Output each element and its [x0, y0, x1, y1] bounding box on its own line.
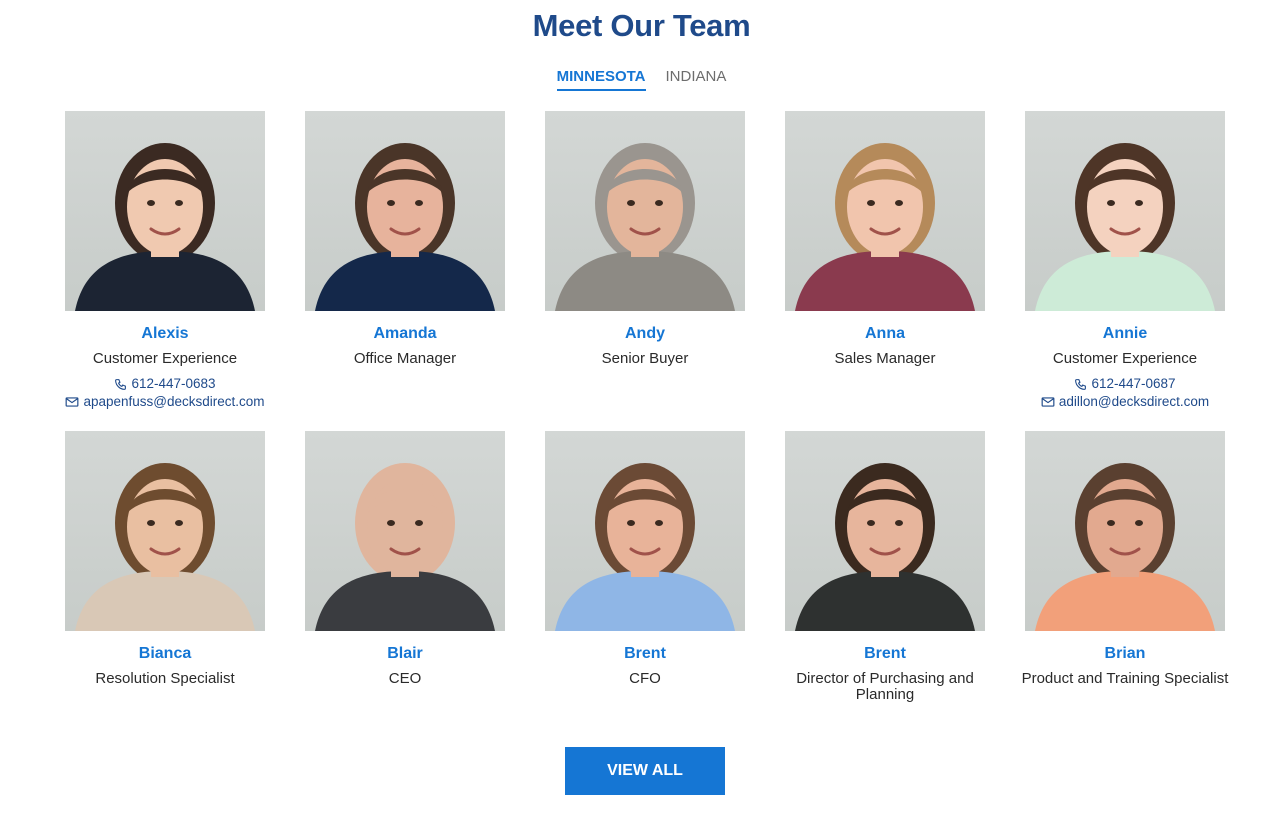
team-member-card: Brent Director of Purchasing and Planning [765, 431, 1005, 703]
team-member-photo [65, 431, 265, 631]
team-member-card: Amanda Office Manager [285, 111, 525, 367]
team-member-card: Alexis Customer Experience 612-447-0683 apa… [45, 111, 285, 411]
phone-icon [1075, 378, 1087, 390]
team-member-card: Brian Product and Training Specialist [1005, 431, 1245, 687]
email-link[interactable]: adillon@decksdirect.com [1059, 393, 1209, 411]
team-member-role: Director of Purchasing and Planning [796, 670, 974, 703]
team-member-role: Customer Experience [92, 350, 238, 367]
team-member-card: Bianca Resolution Specialist [45, 431, 285, 687]
phone-icon [115, 378, 127, 390]
tab-indiana[interactable]: INDIANA [666, 68, 727, 91]
team-member-name: Brent [864, 645, 906, 662]
mail-icon [66, 397, 79, 407]
mail-icon [1041, 397, 1055, 407]
team-member-role: Resolution Specialist [95, 670, 235, 687]
team-member-role: Senior Buyer [601, 350, 689, 367]
team-member-photo [1025, 431, 1225, 631]
team-member-card: Anna Sales Manager [765, 111, 1005, 367]
team-member-name: Brian [1104, 645, 1146, 662]
team-member-name: Annie [1102, 325, 1148, 342]
email-link[interactable]: apapenfuss@decksdirect.com [83, 393, 264, 411]
team-member-photo [65, 111, 265, 311]
team-member-name: Alexis [141, 325, 189, 342]
team-member-photo [305, 431, 505, 631]
team-member-photo [785, 111, 985, 311]
team-member-card: Brent CFO [525, 431, 765, 687]
team-member-photo [785, 431, 985, 631]
team-member-photo [1025, 111, 1225, 311]
email-line: apapenfuss@decksdirect.com [45, 393, 285, 411]
team-member-role: Product and Training Specialist [1021, 670, 1229, 687]
team-member-name: Anna [865, 325, 905, 342]
phone-line: 612-447-0683 [45, 375, 285, 393]
email-line: adillon@decksdirect.com [1005, 393, 1245, 411]
page-title: Meet Our Team [532, 8, 751, 43]
team-member-contact: 612-447-0683 apapenfuss@decksdirect.com [45, 375, 285, 411]
team-member-name: Andy [625, 325, 665, 342]
team-member-name: Amanda [373, 325, 437, 342]
team-member-role: Sales Manager [834, 350, 936, 367]
team-member-name: Brent [624, 645, 666, 662]
phone-line: 612-447-0687 [1005, 375, 1245, 393]
team-member-role: CEO [388, 670, 422, 687]
team-member-name: Bianca [138, 645, 192, 662]
team-member-photo [545, 431, 745, 631]
team-member-photo [545, 111, 745, 311]
tab-minnesota[interactable]: MINNESOTA [556, 68, 646, 91]
team-member-card: Annie Customer Experience 612-447-0687 adil… [1005, 111, 1245, 411]
team-member-role: CFO [629, 670, 661, 687]
phone-link[interactable]: 612-447-0683 [131, 375, 215, 393]
location-tabs: MINNESOTA INDIANA [0, 68, 1283, 91]
team-member-role: Customer Experience [1052, 350, 1198, 367]
team-member-card: Blair CEO [285, 431, 525, 687]
team-member-contact: 612-447-0687 adillon@decksdirect.com [1005, 375, 1245, 411]
phone-link[interactable]: 612-447-0687 [1091, 375, 1175, 393]
team-member-photo [305, 111, 505, 311]
team-member-name: Blair [387, 645, 423, 662]
team-member-card: Andy Senior Buyer [525, 111, 765, 367]
view-all-button[interactable]: VIEW ALL [565, 747, 725, 795]
team-member-role: Office Manager [353, 350, 457, 367]
